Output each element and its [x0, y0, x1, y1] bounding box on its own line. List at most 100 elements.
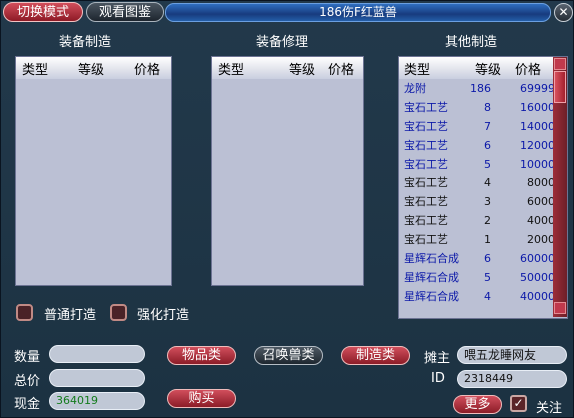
- col-price: 价格: [328, 63, 355, 78]
- list-item[interactable]: 宝石工艺 6 12000: [399, 137, 555, 156]
- normal-forge-checkbox[interactable]: [16, 304, 33, 321]
- cell-price: 40000: [520, 289, 555, 303]
- cell-type: 宝石工艺: [404, 195, 448, 209]
- equip-repair-title: 装备修理: [256, 35, 309, 50]
- switch-mode-button[interactable]: 切换模式: [3, 2, 83, 22]
- cell-level: 3: [484, 195, 491, 209]
- quantity-label: 数量: [14, 350, 41, 365]
- cell-level: 5: [484, 157, 491, 171]
- list-item[interactable]: 星辉石合成 6 60000: [399, 250, 555, 269]
- craft-category-button[interactable]: 制造类: [341, 346, 410, 365]
- list-item[interactable]: 星辉石合成 5 50000: [399, 269, 555, 288]
- buy-button[interactable]: 购买: [167, 389, 236, 408]
- list-item[interactable]: 宝石工艺 8 16000: [399, 99, 555, 118]
- normal-forge-label: 普通打造: [44, 308, 97, 323]
- cell-level: 1: [484, 233, 491, 247]
- id-field: 2318449: [457, 370, 567, 388]
- cell-type: 宝石工艺: [404, 214, 448, 228]
- scroll-up-icon[interactable]: [554, 58, 566, 70]
- cash-label: 现金: [14, 397, 41, 412]
- title-bar: 切换模式 观看图鉴 186伤F红蓝兽 ✕: [1, 1, 573, 23]
- more-button[interactable]: 更多: [453, 395, 502, 414]
- cell-price: 4000: [527, 214, 555, 228]
- follow-checkbox[interactable]: ✓: [510, 395, 527, 412]
- cell-type: 宝石工艺: [404, 100, 448, 114]
- col-level: 等级: [289, 63, 316, 78]
- cell-price: 50000: [520, 270, 555, 284]
- cell-price: 12000: [520, 138, 555, 152]
- equip-repair-list: 类型 等级 价格: [211, 56, 364, 286]
- cell-level: 2: [484, 214, 491, 228]
- owner-field: 喂五龙睡网友: [457, 346, 567, 364]
- col-type: 类型: [22, 63, 49, 78]
- cell-type: 宝石工艺: [404, 233, 448, 247]
- cell-level: 4: [484, 176, 491, 190]
- list-header: 类型 等级 价格: [399, 57, 553, 79]
- strong-forge-label: 强化打造: [137, 308, 190, 323]
- cell-price: 6000: [527, 195, 555, 209]
- stall-window: 切换模式 观看图鉴 186伤F红蓝兽 ✕ 装备制造 装备修理 其他制造 类型 等…: [0, 0, 574, 418]
- cell-level: 5: [484, 270, 491, 284]
- cell-price: 69999: [520, 82, 555, 95]
- list-item[interactable]: 宝石工艺 5 10000: [399, 156, 555, 175]
- list-body: 龙附 186 69999 宝石工艺 8 16000 宝石工艺 7 14000 宝石工艺 6 12000…: [399, 79, 555, 318]
- list-item[interactable]: 龙附 186 69999: [399, 80, 555, 99]
- summon-category-button[interactable]: 召唤兽类: [254, 346, 323, 365]
- equip-make-list: 类型 等级 价格: [15, 56, 172, 286]
- list-item[interactable]: 星辉石合成 4 40000: [399, 288, 555, 307]
- cell-type: 星辉石合成: [404, 270, 459, 284]
- list-body[interactable]: [16, 79, 171, 285]
- cell-level: 6: [484, 138, 491, 152]
- items-category-button[interactable]: 物品类: [167, 346, 236, 365]
- cell-price: 60000: [520, 252, 555, 266]
- cell-price: 2000: [527, 233, 555, 247]
- scroll-down-icon[interactable]: [554, 302, 566, 314]
- cell-price: 14000: [520, 119, 555, 133]
- col-price: 价格: [515, 63, 542, 78]
- list-item[interactable]: 宝石工艺 7 14000: [399, 118, 555, 137]
- list-item[interactable]: 宝石工艺 4 8000: [399, 174, 555, 193]
- cell-level: 4: [484, 289, 491, 303]
- cell-level: 8: [484, 100, 491, 114]
- cell-type: 宝石工艺: [404, 119, 448, 133]
- close-icon[interactable]: ✕: [554, 3, 573, 22]
- cell-type: 宝石工艺: [404, 138, 448, 152]
- scroll-thumb[interactable]: [554, 71, 566, 103]
- cell-level: 6: [484, 252, 491, 266]
- window-title: 186伤F红蓝兽: [165, 3, 551, 22]
- total-label: 总价: [14, 374, 41, 389]
- cell-type: 龙附: [404, 82, 426, 95]
- id-label: ID: [431, 371, 445, 386]
- col-type: 类型: [404, 63, 431, 78]
- list-header: 类型 等级 价格: [212, 57, 363, 79]
- scrollbar[interactable]: [553, 57, 567, 317]
- quantity-field[interactable]: [49, 345, 145, 363]
- list-item[interactable]: 宝石工艺 1 2000: [399, 231, 555, 250]
- cell-type: 宝石工艺: [404, 157, 448, 171]
- col-level: 等级: [78, 63, 105, 78]
- cell-type: 星辉石合成: [404, 289, 459, 303]
- cash-field: 364019: [49, 392, 145, 410]
- other-make-list: 类型 等级 价格 龙附 186 69999 宝石工艺 8 16000 宝石工艺 7 14000 宝…: [398, 56, 568, 319]
- col-type: 类型: [218, 63, 245, 78]
- cell-level: 7: [484, 119, 491, 133]
- total-price-field: [49, 369, 145, 387]
- view-guide-button[interactable]: 观看图鉴: [86, 2, 164, 22]
- other-make-title: 其他制造: [445, 35, 498, 50]
- col-price: 价格: [134, 63, 161, 78]
- list-item[interactable]: 宝石工艺 3 6000: [399, 193, 555, 212]
- col-level: 等级: [475, 63, 502, 78]
- list-header: 类型 等级 价格: [16, 57, 171, 79]
- cell-level: 186: [470, 82, 491, 95]
- follow-label: 关注: [536, 401, 563, 416]
- cell-price: 16000: [520, 100, 555, 114]
- cell-price: 10000: [520, 157, 555, 171]
- owner-label: 摊主: [424, 351, 451, 366]
- cell-type: 星辉石合成: [404, 252, 459, 266]
- list-body[interactable]: [212, 79, 363, 285]
- cell-price: 8000: [527, 176, 555, 190]
- strong-forge-checkbox[interactable]: [110, 304, 127, 321]
- equip-make-title: 装备制造: [59, 35, 112, 50]
- cell-type: 宝石工艺: [404, 176, 448, 190]
- list-item[interactable]: 宝石工艺 2 4000: [399, 212, 555, 231]
